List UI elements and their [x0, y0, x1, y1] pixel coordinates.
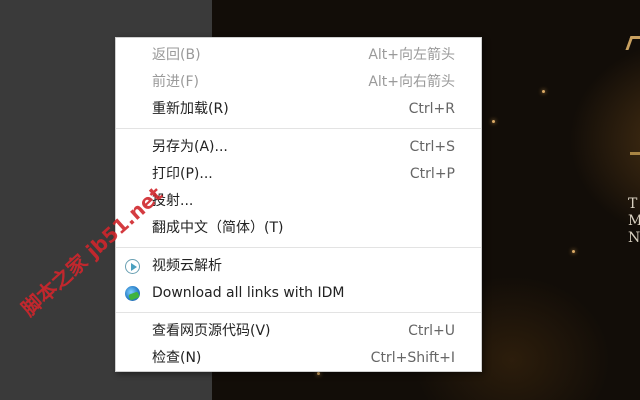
idm-download-icon — [125, 286, 140, 301]
menu-item-label: 另存为(A)... — [152, 139, 228, 155]
context-menu: 返回(B) Alt+向左箭头 前进(F) Alt+向右箭头 重新加载(R) Ct… — [115, 37, 482, 372]
menu-item-reload[interactable]: 重新加载(R) Ctrl+R — [116, 96, 481, 123]
menu-item-shortcut: Ctrl+R — [408, 101, 455, 117]
background-text: T M N — [628, 196, 640, 247]
menu-separator — [116, 128, 481, 129]
menu-item-label: 查看网页源代码(V) — [152, 323, 271, 339]
menu-separator — [116, 312, 481, 313]
menu-item-label: 前进(F) — [152, 74, 199, 90]
menu-item-label: 检查(N) — [152, 350, 202, 366]
menu-item-inspect[interactable]: 检查(N) Ctrl+Shift+I — [116, 345, 481, 372]
menu-item-label: 视频云解析 — [152, 258, 222, 274]
menu-item-shortcut: Alt+向右箭头 — [368, 74, 455, 90]
menu-item-forward[interactable]: 前进(F) Alt+向右箭头 — [116, 69, 481, 96]
background-letter: M — [628, 213, 640, 229]
menu-item-label: 返回(B) — [152, 47, 201, 63]
menu-item-shortcut: Ctrl+P — [409, 166, 455, 182]
light-sparkle — [542, 90, 545, 93]
menu-item-back[interactable]: 返回(B) Alt+向左箭头 — [116, 42, 481, 69]
menu-item-label: 打印(P)... — [152, 166, 213, 182]
menu-item-video-parse[interactable]: 视频云解析 — [116, 253, 481, 280]
menu-separator — [116, 247, 481, 248]
light-sparkle — [317, 372, 320, 375]
menu-item-shortcut: Alt+向左箭头 — [368, 47, 455, 63]
menu-item-view-source[interactable]: 查看网页源代码(V) Ctrl+U — [116, 318, 481, 345]
menu-item-shortcut: Ctrl+S — [409, 139, 455, 155]
light-sparkle — [572, 250, 575, 253]
menu-item-shortcut: Ctrl+U — [408, 323, 455, 339]
menu-item-print[interactable]: 打印(P)... Ctrl+P — [116, 161, 481, 188]
menu-item-idm-download[interactable]: Download all links with IDM — [116, 280, 481, 307]
menu-item-label: 重新加载(R) — [152, 101, 229, 117]
menu-item-cast[interactable]: 投射... — [116, 188, 481, 215]
video-play-icon — [125, 259, 140, 274]
menu-item-label: Download all links with IDM — [152, 285, 345, 301]
background-letter: T — [628, 196, 638, 212]
menu-item-shortcut: Ctrl+Shift+I — [370, 350, 455, 366]
menu-item-label: 翻成中文（简体）(T) — [152, 220, 284, 236]
menu-item-translate[interactable]: 翻成中文（简体）(T) — [116, 215, 481, 242]
background-ornament — [630, 152, 640, 168]
menu-item-save-as[interactable]: 另存为(A)... Ctrl+S — [116, 134, 481, 161]
light-sparkle — [492, 120, 495, 123]
background-letter: N — [628, 230, 640, 246]
